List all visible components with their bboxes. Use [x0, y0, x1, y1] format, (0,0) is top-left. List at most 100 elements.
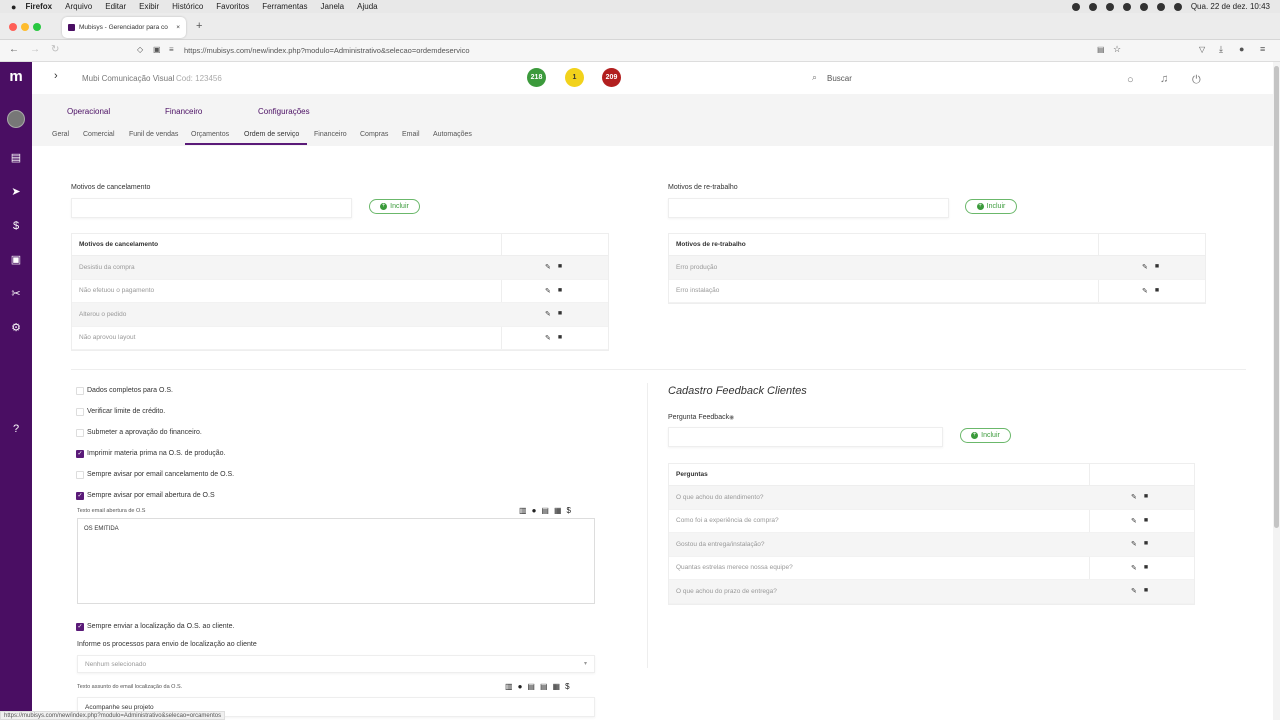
trash-icon[interactable]: ■	[1155, 263, 1159, 271]
help-icon[interactable]: ?	[7, 420, 25, 438]
browser-tab[interactable]: Mubisys - Gerenciador para co ×	[62, 17, 186, 38]
subnav-geral[interactable]: Geral	[52, 131, 69, 138]
logout-icon[interactable]: ⏻	[1192, 74, 1201, 87]
search-icon[interactable]: ⌕	[812, 72, 817, 83]
expand-chevron-icon[interactable]: ›	[54, 70, 58, 82]
search-icon[interactable]	[1156, 2, 1165, 11]
menu-ajuda[interactable]: Ajuda	[357, 2, 377, 11]
avatar[interactable]	[7, 110, 25, 128]
status-badge-yellow[interactable]: 1	[565, 68, 584, 87]
trash-icon[interactable]: ■	[1155, 287, 1159, 295]
status-badge-red[interactable]: 209	[602, 68, 621, 87]
trash-icon[interactable]: ■	[558, 287, 562, 295]
status-icon[interactable]	[1105, 2, 1114, 11]
dollar-icon[interactable]: $	[7, 217, 25, 235]
dollar-icon[interactable]: $	[565, 682, 569, 691]
documents-icon[interactable]: ▤	[7, 149, 25, 167]
table-icon[interactable]: ▦	[554, 506, 562, 515]
wifi-icon[interactable]	[1139, 2, 1148, 11]
maximize-window-icon[interactable]	[33, 23, 41, 31]
edit-icon[interactable]: ✎	[545, 263, 551, 271]
person-icon[interactable]: ●	[518, 682, 523, 691]
document-icon[interactable]: ▤	[527, 682, 535, 691]
url-field[interactable]: https://mubisys.com/new/index.php?modulo…	[184, 46, 470, 55]
checkbox-dados-completos[interactable]	[76, 387, 84, 395]
cancel-reason-input[interactable]	[71, 198, 352, 218]
back-icon[interactable]: ←	[9, 44, 19, 55]
feedback-add-button[interactable]: + Incluir	[960, 428, 1011, 443]
checkbox-limite-credito[interactable]	[76, 408, 84, 416]
menu-exibir[interactable]: Exibir	[139, 2, 159, 11]
minimize-window-icon[interactable]	[21, 23, 29, 31]
scrollbar-thumb[interactable]	[1274, 66, 1279, 528]
menu-app[interactable]: Firefox	[25, 2, 52, 11]
info-icon[interactable]: ◉	[729, 414, 734, 421]
status-icon[interactable]	[1088, 2, 1097, 11]
checkbox-email-cancelamento[interactable]	[76, 471, 84, 479]
box-icon[interactable]: ▣	[7, 251, 25, 269]
status-badge-green[interactable]: 218	[527, 68, 546, 87]
trash-icon[interactable]: ■	[558, 263, 562, 271]
close-window-icon[interactable]	[9, 23, 17, 31]
chat-icon[interactable]: ○	[1127, 74, 1134, 86]
status-icon[interactable]	[1122, 2, 1131, 11]
trash-icon[interactable]: ■	[1144, 493, 1148, 501]
subnav-email[interactable]: Email	[402, 131, 420, 138]
menu-historico[interactable]: Histórico	[172, 2, 203, 11]
edit-icon[interactable]: ✎	[545, 287, 551, 295]
person-icon[interactable]: ●	[532, 506, 537, 515]
rework-reason-input[interactable]	[668, 198, 949, 218]
subnav-ordem-servico[interactable]: Ordem de serviço	[244, 131, 299, 138]
building-icon[interactable]: ▥	[519, 506, 527, 515]
settings-icon[interactable]: ⚙	[7, 319, 25, 337]
subnav-comercial[interactable]: Comercial	[83, 131, 115, 138]
document-icon[interactable]: ▤	[540, 682, 548, 691]
bell-icon[interactable]: ♫	[1160, 73, 1168, 85]
topnav-operacional[interactable]: Operacional	[67, 107, 110, 116]
trash-icon[interactable]: ■	[1144, 517, 1148, 525]
topnav-financeiro[interactable]: Financeiro	[165, 107, 202, 116]
menu-icon[interactable]: ≡	[1260, 44, 1265, 54]
subnav-funil[interactable]: Funil de vendas	[129, 131, 178, 138]
menu-ferramentas[interactable]: Ferramentas	[262, 2, 307, 11]
edit-icon[interactable]: ✎	[1142, 287, 1148, 295]
document-icon[interactable]: ▤	[541, 506, 549, 515]
checkbox-email-abertura[interactable]: ✓	[76, 492, 84, 500]
trash-icon[interactable]: ■	[558, 310, 562, 318]
cancel-add-button[interactable]: + Incluir	[369, 199, 420, 214]
checkbox-enviar-localizacao[interactable]: ✓	[76, 623, 84, 631]
pocket-icon[interactable]: ▽	[1199, 45, 1205, 54]
send-icon[interactable]: ➤	[7, 183, 25, 201]
account-icon[interactable]: ●	[1239, 44, 1244, 54]
reload-icon[interactable]: ↻	[51, 44, 59, 55]
table-icon[interactable]: ▦	[553, 682, 561, 691]
trash-icon[interactable]: ■	[558, 334, 562, 342]
subnav-orcamentos[interactable]: Orçamentos	[191, 131, 229, 138]
forward-icon[interactable]: →	[30, 44, 40, 55]
lock-icon[interactable]: ▣	[153, 45, 161, 54]
shield-icon[interactable]: ◇	[137, 45, 143, 54]
dollar-icon[interactable]: $	[567, 506, 571, 515]
edit-icon[interactable]: ✎	[545, 310, 551, 318]
feedback-question-input[interactable]	[668, 427, 943, 447]
mubisys-logo-icon[interactable]: m	[7, 68, 25, 86]
downloads-icon[interactable]: ⤓	[1219, 44, 1223, 55]
email-open-textarea[interactable]: OS EMITIDA	[77, 518, 595, 604]
trash-icon[interactable]: ■	[1144, 564, 1148, 572]
trash-icon[interactable]: ■	[1144, 540, 1148, 548]
edit-icon[interactable]: ✎	[1131, 587, 1137, 595]
subnav-financeiro[interactable]: Financeiro	[314, 131, 347, 138]
trash-icon[interactable]: ■	[1144, 587, 1148, 595]
menu-arquivo[interactable]: Arquivo	[65, 2, 92, 11]
tools-icon[interactable]: ✂	[7, 285, 25, 303]
edit-icon[interactable]: ✎	[1142, 263, 1148, 271]
edit-icon[interactable]: ✎	[1131, 540, 1137, 548]
building-icon[interactable]: ▥	[505, 682, 513, 691]
control-center-icon[interactable]	[1173, 2, 1182, 11]
bookmark-star-icon[interactable]: ☆	[1113, 44, 1121, 55]
edit-icon[interactable]: ✎	[1131, 493, 1137, 501]
close-tab-icon[interactable]: ×	[176, 24, 180, 31]
menu-editar[interactable]: Editar	[105, 2, 126, 11]
checkbox-imprimir-materia-prima[interactable]: ✓	[76, 450, 84, 458]
new-tab-icon[interactable]: +	[196, 20, 202, 32]
